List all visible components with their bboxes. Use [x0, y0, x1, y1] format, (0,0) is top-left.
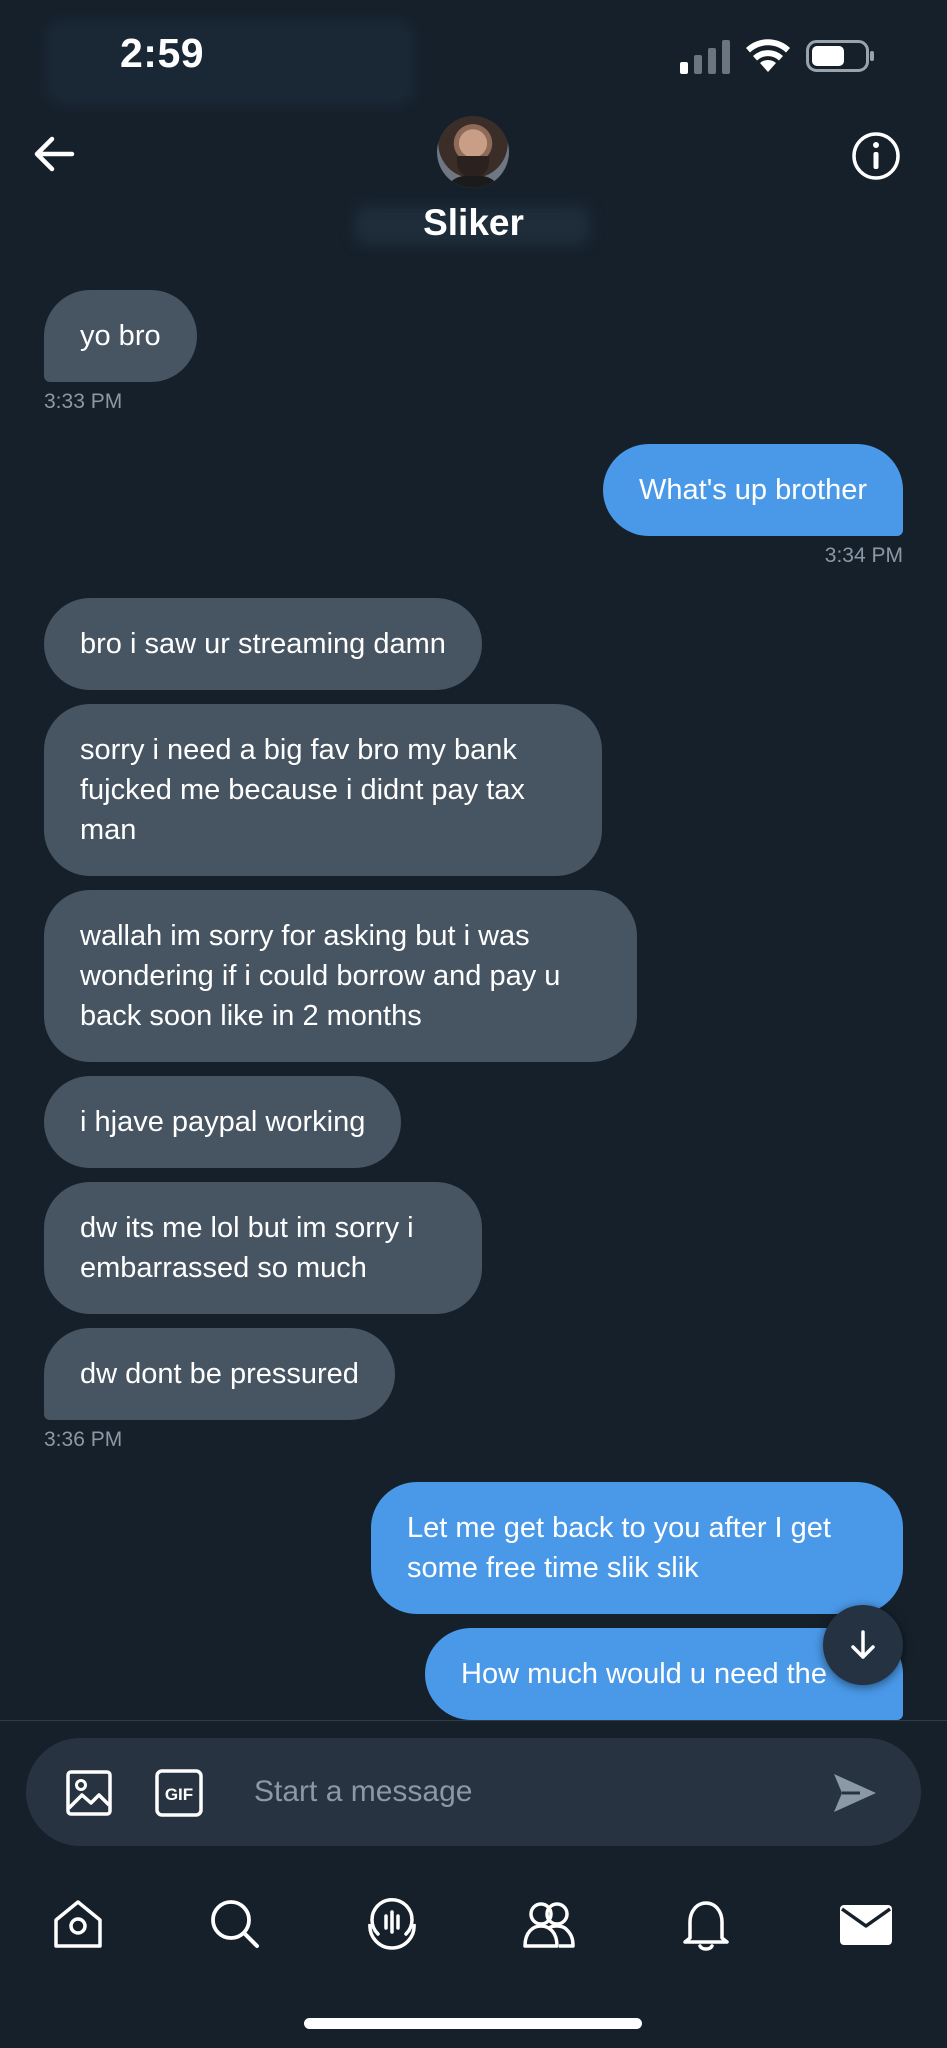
message-input[interactable]	[254, 1762, 814, 1822]
wifi-icon	[746, 39, 790, 72]
incoming-message[interactable]: bro i saw ur streaming damn	[44, 598, 482, 690]
back-button[interactable]	[28, 128, 80, 180]
incoming-message[interactable]: dw its me lol but im sorry i embarrassed…	[44, 1182, 482, 1314]
image-icon[interactable]	[64, 1768, 114, 1818]
message-timestamp: 3:33 PM	[44, 390, 123, 413]
spaces-icon[interactable]	[362, 1894, 422, 1954]
message-timestamp: 3:34 PM	[824, 544, 903, 567]
contact-name: Sliker	[423, 202, 524, 243]
status-bar: 2:59	[0, 0, 947, 110]
message-thread[interactable]: yo bro 3:33 PM What's up brother 3:34 PM…	[0, 280, 947, 1720]
incoming-message[interactable]: i hjave paypal working	[44, 1076, 402, 1168]
notifications-icon[interactable]	[676, 1894, 736, 1954]
send-icon[interactable]	[830, 1768, 880, 1818]
blurred-notification	[45, 20, 415, 106]
incoming-message[interactable]: wallah im sorry for asking but i was won…	[44, 890, 637, 1062]
svg-text:GIF: GIF	[165, 1785, 193, 1804]
contact-avatar[interactable]	[437, 116, 509, 188]
info-button[interactable]	[850, 130, 902, 182]
battery-icon	[806, 40, 874, 72]
home-icon[interactable]	[48, 1894, 108, 1954]
incoming-message[interactable]: dw dont be pressured	[44, 1328, 395, 1420]
scroll-to-bottom-button[interactable]	[823, 1605, 903, 1685]
home-indicator[interactable]	[304, 2018, 642, 2029]
search-icon[interactable]	[205, 1894, 265, 1954]
gif-icon: GIF	[155, 1769, 203, 1817]
messages-icon[interactable]	[836, 1894, 896, 1954]
communities-icon[interactable]	[519, 1894, 579, 1954]
bottom-navigation	[0, 1880, 947, 1980]
incoming-message[interactable]: yo bro	[44, 290, 197, 382]
incoming-message[interactable]: sorry i need a big fav bro my bank fujck…	[44, 704, 602, 876]
outgoing-message[interactable]: Let me get back to you after I get some …	[371, 1482, 903, 1614]
status-time: 2:59	[120, 30, 205, 76]
cellular-signal-icon	[680, 40, 730, 74]
conversation-header: Sliker	[0, 110, 947, 260]
composer-divider	[0, 1720, 947, 1721]
outgoing-message[interactable]: What's up brother	[603, 444, 903, 536]
arrow-down-icon	[851, 1630, 875, 1659]
message-composer: GIF	[26, 1738, 921, 1846]
gif-button[interactable]: GIF	[154, 1768, 204, 1818]
message-timestamp: 3:36 PM	[44, 1428, 123, 1451]
